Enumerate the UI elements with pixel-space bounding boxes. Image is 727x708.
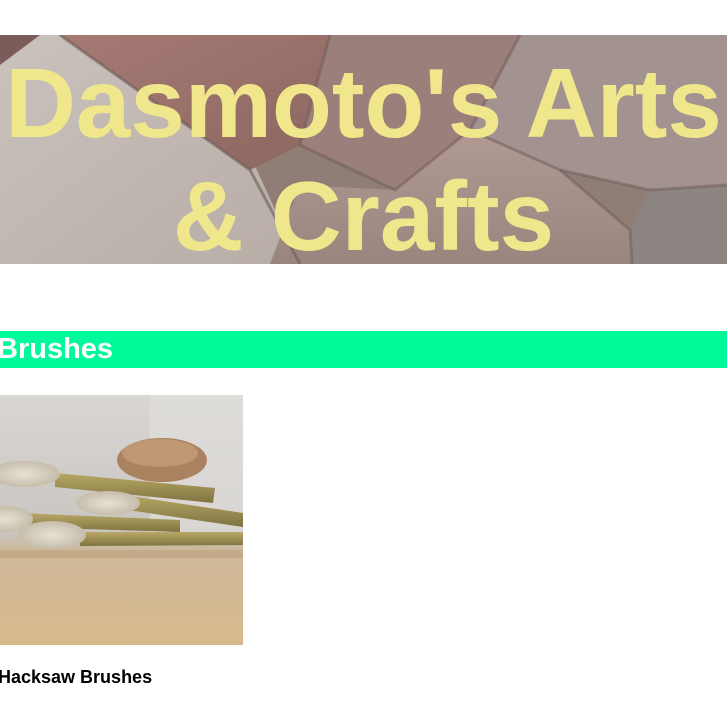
page: Dasmoto's Arts & Crafts Brushes Hacksaw … xyxy=(0,0,727,708)
site-title: Dasmoto's Arts & Crafts xyxy=(0,47,727,264)
product-image-hacksaw-brushes xyxy=(0,395,243,645)
product-caption: Hacksaw Brushes xyxy=(0,667,153,687)
site-title-line-1: Dasmoto's Arts xyxy=(5,48,722,158)
header-banner: Dasmoto's Arts & Crafts xyxy=(0,35,727,264)
section-heading-bar: Brushes xyxy=(0,331,727,368)
section-heading: Brushes xyxy=(0,333,114,365)
site-title-line-2: & Crafts xyxy=(172,161,555,264)
paint-brushes-photo xyxy=(0,395,243,645)
